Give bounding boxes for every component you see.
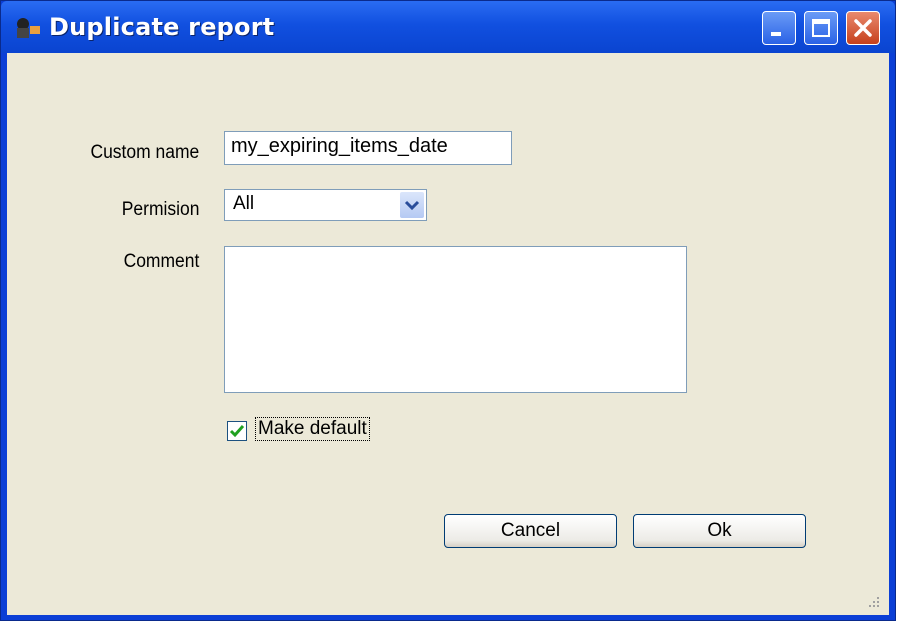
dialog-body: Custom name my_expiring_items_date Permi… <box>7 53 889 615</box>
custom-name-label: Custom name <box>90 142 199 163</box>
close-button[interactable] <box>846 11 880 45</box>
comment-label: Comment <box>123 251 199 272</box>
permission-label: Permision <box>121 199 199 220</box>
checkmark-icon <box>229 425 245 438</box>
make-default-label[interactable]: Make default <box>255 417 370 441</box>
chevron-down-icon <box>404 200 420 211</box>
report-app-icon <box>17 18 40 38</box>
custom-name-input[interactable]: my_expiring_items_date <box>224 131 512 165</box>
cancel-button[interactable]: Cancel <box>444 514 617 548</box>
ok-button[interactable]: Ok <box>633 514 806 548</box>
permission-select[interactable]: All <box>224 189 427 221</box>
maximize-button[interactable] <box>804 11 838 45</box>
close-icon <box>854 19 872 37</box>
make-default-checkbox[interactable] <box>227 421 247 441</box>
dropdown-button[interactable] <box>400 192 424 218</box>
title-bar[interactable]: Duplicate report <box>1 1 895 53</box>
comment-textarea[interactable] <box>224 246 687 393</box>
minimize-icon <box>771 32 781 36</box>
permission-value: All <box>233 193 255 214</box>
resize-grip-icon[interactable] <box>867 595 881 609</box>
maximize-icon <box>812 19 830 37</box>
minimize-button[interactable] <box>762 11 796 45</box>
window-title: Duplicate report <box>49 13 275 41</box>
dialog-window: Duplicate report Custom name my_expiring… <box>0 0 896 621</box>
